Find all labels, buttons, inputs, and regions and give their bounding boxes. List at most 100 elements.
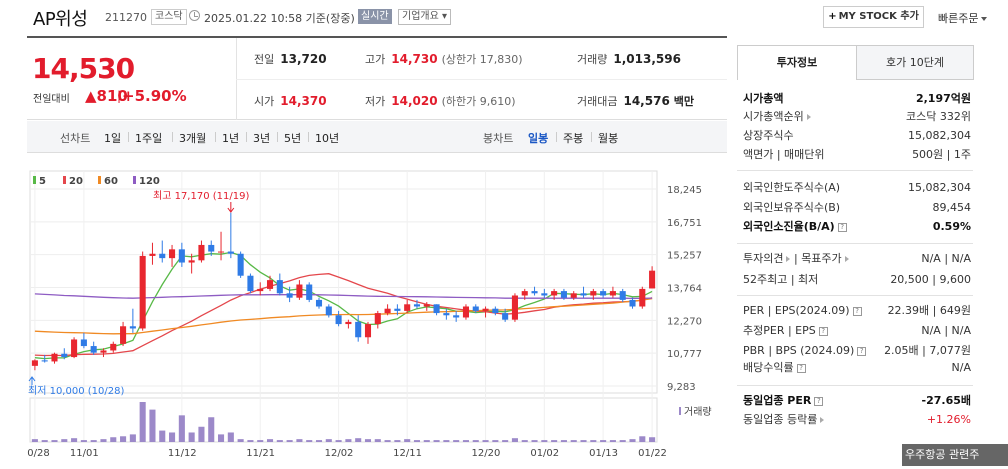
- candle-body: [551, 291, 558, 296]
- tab-order-book[interactable]: 호가 10단계: [856, 45, 974, 80]
- company-info-dropdown[interactable]: 기업개요 ▾: [398, 9, 452, 25]
- tab-10y[interactable]: 10년: [315, 130, 339, 146]
- cap-rank-label: 시가총액순위: [743, 110, 804, 123]
- company-info-label: 기업개요: [402, 11, 439, 22]
- volume: 거래량 1,013,596: [577, 51, 681, 67]
- candle-body: [364, 324, 372, 338]
- high-label: 고가: [365, 53, 386, 66]
- my-stock-add-button[interactable]: + MY STOCK 추가: [823, 6, 924, 28]
- volume-legend-swatch: [679, 407, 681, 415]
- trade-amount: 거래대금 14,576 백만: [577, 93, 694, 109]
- tab-1d[interactable]: 1일: [104, 130, 121, 146]
- est-per-label: 추정PER | EPS: [743, 324, 816, 337]
- high-marker-label: 최고 17,170 (11/19): [153, 190, 249, 202]
- pbr-label: PBR | BPS (2024.09): [743, 344, 855, 357]
- arrow-right-icon: [806, 114, 811, 120]
- volume-bar: [521, 440, 528, 442]
- lower-limit: (하한가 9,610): [441, 95, 516, 108]
- candle-body: [649, 270, 656, 289]
- tab-3y[interactable]: 3년: [253, 130, 270, 146]
- volume-bar: [609, 440, 616, 442]
- high-price: 고가 14,730 (상한가 17,830): [365, 51, 523, 67]
- volume-bar: [139, 402, 146, 442]
- help-icon[interactable]: ?: [837, 222, 847, 232]
- divider: [737, 385, 973, 386]
- volume-bar: [169, 432, 176, 442]
- tab-1w[interactable]: 1주일: [135, 130, 162, 146]
- legend-label: 60: [104, 176, 118, 187]
- help-icon[interactable]: ?: [857, 346, 867, 356]
- quick-order-button[interactable]: 빠른주문: [938, 10, 987, 26]
- candle-body: [276, 280, 283, 294]
- y-tick-label: 16,751: [667, 218, 702, 229]
- industry-rate-label: 동일업종 등락률: [743, 413, 818, 426]
- est-per-row: 추정PER | EPS? N/A | N/A: [743, 322, 971, 340]
- candle-body: [159, 253, 166, 259]
- candle-body: [208, 244, 215, 252]
- industry-rate-value: +1.26%: [926, 413, 971, 426]
- shares-row: 상장주식수 15,082,304: [743, 127, 971, 145]
- help-icon[interactable]: ?: [818, 326, 828, 336]
- tab-weekly[interactable]: 주봉: [563, 130, 583, 146]
- pbr-row: PBR | BPS (2024.09)? 2.05배 | 7,077원: [743, 342, 971, 360]
- volume-bar: [276, 440, 283, 442]
- candle-body: [639, 288, 646, 307]
- candle-body: [492, 308, 499, 314]
- candle-body: [629, 299, 636, 307]
- low-value: 14,020: [391, 94, 438, 108]
- candle-body: [345, 321, 352, 325]
- legend-label: 5: [39, 176, 46, 187]
- volume-bar: [315, 440, 323, 442]
- candle-body: [286, 293, 293, 298]
- foreign-hold-label: 외국인보유주식수(B): [743, 201, 841, 214]
- volume-bar: [345, 439, 352, 442]
- volume-bar: [453, 440, 460, 442]
- tab-daily[interactable]: 일봉: [528, 130, 548, 146]
- candle-body: [218, 251, 225, 253]
- candle-body: [100, 350, 107, 353]
- volume-bar: [188, 432, 195, 442]
- industry-per-row: 동일업종 PER? -27.65배: [743, 392, 971, 410]
- related-theme-banner[interactable]: 우주항공 관련주: [902, 444, 1008, 466]
- arrow-right-icon: [844, 256, 849, 262]
- volume-plot-frame: [29, 397, 658, 443]
- volume-bar: [257, 440, 264, 442]
- low-price: 저가 14,020 (하한가 9,610): [365, 93, 516, 109]
- volume-bar: [41, 440, 48, 442]
- candle-body: [502, 313, 509, 320]
- week52-row: 52주최고 | 최저 20,500 | 9,600: [743, 271, 971, 289]
- change-separator: |: [117, 89, 122, 103]
- candle-body: [433, 304, 440, 314]
- tab-1y[interactable]: 1년: [222, 130, 239, 146]
- candle-body: [600, 291, 607, 296]
- tab-investment-info[interactable]: 투자정보: [737, 45, 857, 80]
- y-tick-label: 10,777: [667, 349, 702, 360]
- volume-bar: [149, 409, 156, 442]
- candle-body: [413, 304, 421, 307]
- candle-body: [560, 291, 567, 298]
- help-icon[interactable]: ?: [814, 396, 824, 406]
- candle-body: [482, 308, 489, 311]
- open-label: 시가: [254, 95, 275, 108]
- help-icon[interactable]: ?: [852, 306, 862, 316]
- market-cap-value: 2,197억원: [915, 92, 971, 105]
- ma-line-60: [34, 297, 653, 335]
- help-icon[interactable]: ?: [796, 363, 806, 373]
- low-label: 저가: [365, 95, 386, 108]
- tab-5y[interactable]: 5년: [284, 130, 301, 146]
- tab-monthly[interactable]: 월봉: [598, 130, 618, 146]
- ma-line-5: [34, 251, 653, 360]
- volume-bar: [531, 440, 538, 442]
- cap-rank-row: 시가총액순위 코스닥 332위: [743, 108, 971, 126]
- volume-bar: [286, 440, 293, 442]
- price-chart[interactable]: 18,245 16,751 15,257 13,764 12,270 10,777 9,28…: [21, 153, 727, 469]
- divider: [737, 243, 973, 244]
- volume-bar: [110, 437, 117, 442]
- dividend-value: N/A: [951, 361, 971, 374]
- candle-body: [570, 293, 577, 298]
- volume-bar: [31, 439, 38, 442]
- tab-3m[interactable]: 3개월: [179, 130, 206, 146]
- divider: [556, 132, 557, 142]
- volume-bar: [511, 438, 518, 442]
- candle-body: [374, 313, 381, 325]
